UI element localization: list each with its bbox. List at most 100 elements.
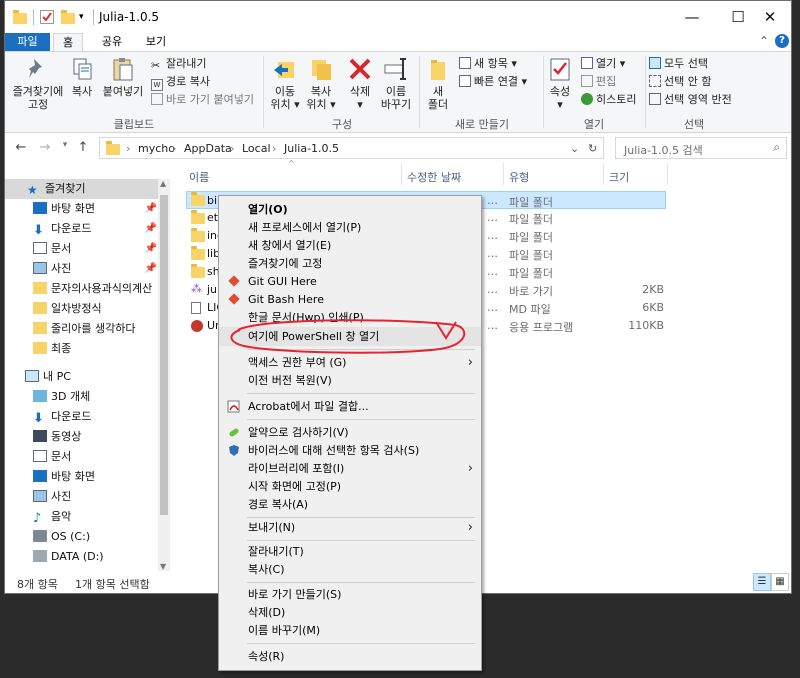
menu-virus-scan[interactable]: 바이러스에 대해 선택한 항목 검사(S) [219,441,481,460]
menu-copy[interactable]: 복사(C) [219,560,481,579]
delete-button[interactable]: 삭제 ▾ [343,56,377,111]
new-item-button[interactable]: 새 항목 ▾ [459,56,517,72]
recent-chevron-icon[interactable]: ▾ [57,140,73,150]
nav-item-documents-pc[interactable]: 문서 [33,447,71,467]
menu-properties[interactable]: 속성(R) [219,647,481,666]
open-button[interactable]: 열기 ▾ [581,56,625,72]
nav-item-documents[interactable]: 문서 📌 [33,239,157,259]
back-arrow-icon[interactable]: ← [13,140,29,155]
cut-button[interactable]: ✂ 잘라내기 [151,56,206,72]
tab-view[interactable]: 보기 [141,33,171,51]
select-all-button[interactable]: 모두 선택 [649,56,708,72]
menu-create-shortcut[interactable]: 바로 가기 만들기(S) [219,585,481,604]
nav-item-drive-d[interactable]: DATA (D:) [33,547,104,567]
nav-item-3d-objects[interactable]: 3D 개체 [33,387,90,407]
nav-item-downloads-pc[interactable]: ⬇ 다운로드 [33,407,91,427]
collapse-ribbon-icon[interactable]: ⌃ [757,34,771,48]
menu-git-bash[interactable]: Git Bash Here [219,290,481,309]
menu-copy-path[interactable]: 경로 복사(A) [219,495,481,514]
search-input[interactable]: Julia-1.0.5 검색 ⌕ [615,137,787,159]
properties-qa-icon[interactable] [40,10,54,24]
menu-alyac-scan[interactable]: 알약으로 검사하기(V) [219,423,481,442]
scroll-down-icon[interactable]: ▼ [160,562,166,571]
nav-item-folder[interactable]: 문자의사용과식의계산 [33,279,152,299]
large-icons-view-button[interactable]: ▦ [771,573,789,591]
easy-access-button[interactable]: 빠른 연결 ▾ [459,74,527,90]
minimize-button[interactable]: — [669,1,715,33]
nav-item-drive-c[interactable]: OS (C:) [33,527,90,547]
col-size[interactable]: 크기 [609,169,629,185]
col-date[interactable]: 수정한 날짜 [407,169,461,185]
nav-quick-access[interactable]: ★ 즐겨찾기 [5,179,158,199]
crumb-2[interactable]: Local [242,142,271,155]
history-button[interactable]: 히스토리 [581,92,636,108]
close-button[interactable]: ✕ [747,1,791,33]
menu-pin-start[interactable]: 시작 화면에 고정(P) [219,477,481,496]
menu-give-access[interactable]: 액세스 권한 부여 (G) › [219,353,481,372]
menu-git-gui[interactable]: Git GUI Here [219,272,481,291]
menu-open-new-window[interactable]: 새 창에서 열기(E) [219,236,481,255]
menu-hwp-print[interactable]: 한글 문서(Hwp) 인쇄(P) [219,308,481,327]
nav-item-pictures-pc[interactable]: 사진 [33,487,71,507]
copy-to-button[interactable]: 복사 위치 ▾ [303,56,339,111]
tab-home[interactable]: 홈 [53,33,83,52]
address-bar[interactable]: › mycho › AppData › Local › Julia-1.0.5 … [99,137,604,159]
select-none-button[interactable]: 선택 안 함 [649,74,711,90]
menu-acrobat-combine[interactable]: Acrobat에서 파일 결합... [219,397,481,416]
nav-item-desktop-pc[interactable]: 바탕 화면 [33,467,95,487]
nav-item-pictures[interactable]: 사진 📌 [33,259,157,279]
menu-open-powershell[interactable]: 여기에 PowerShell 창 열기 [219,327,481,346]
menu-include-library[interactable]: 라이브러리에 포함(I) › [219,459,481,478]
help-icon[interactable]: ? [775,34,789,48]
up-arrow-icon[interactable]: ↑ [75,140,91,155]
menu-restore-versions[interactable]: 이전 버전 복원(V) [219,371,481,390]
nav-item-folder[interactable]: 줄리아를 생각하다 [33,319,135,339]
refresh-icon[interactable]: ↻ [588,142,597,155]
menu-alyac-scan-label: 알약으로 검사하기(V) [248,426,349,439]
nav-item-label: DATA (D:) [51,550,104,563]
address-dropdown-icon[interactable]: ⌄ [570,142,579,155]
edit-button[interactable]: 편집 [581,74,616,90]
rename-button[interactable]: 이름 바꾸기 [377,56,415,111]
menu-rename[interactable]: 이름 바꾸기(M) [219,621,481,640]
nav-item-desktop[interactable]: 바탕 화면 📌 [33,199,157,219]
scroll-up-icon[interactable]: ▲ [160,179,166,188]
paste-shortcut-button[interactable]: 바로 가기 붙여넣기 [151,92,254,108]
new-folder-qa-icon[interactable] [61,10,75,24]
menu-open-new-process[interactable]: 새 프로세스에서 열기(P) [219,218,481,237]
tab-share[interactable]: 공유 [97,33,127,51]
crumb-1[interactable]: AppData [184,142,232,155]
menu-send-to[interactable]: 보내기(N) › [219,518,481,537]
nav-item-folder[interactable]: 최종 [33,339,71,359]
copy-path-button[interactable]: W 경로 복사 [151,74,210,91]
menu-cut[interactable]: 잘라내기(T) [219,542,481,561]
nav-item-downloads[interactable]: ⬇ 다운로드 📌 [33,219,157,239]
tab-file[interactable]: 파일 [5,33,50,51]
menu-open[interactable]: 열기(O) [219,200,481,219]
nav-scrollbar[interactable]: ▲ ▼ [158,179,170,571]
move-to-button[interactable]: 이동 위치 ▾ [267,56,303,111]
paste-button[interactable]: 붙여넣기 [101,56,145,98]
col-type[interactable]: 유형 [509,169,529,185]
properties-button[interactable]: 속성 ▾ [545,56,575,111]
crumb-0[interactable]: mycho [138,142,175,155]
customize-qa-icon[interactable]: ▾ [79,10,93,24]
nav-item-videos[interactable]: 동영상 [33,427,81,447]
file-type: 파일 폴더 [509,267,553,280]
menu-pin-quick-access[interactable]: 즐겨찾기에 고정 [219,254,481,273]
col-name[interactable]: 이름 [189,169,209,185]
details-view-button[interactable]: ☰ [753,573,771,591]
nav-item-folder[interactable]: 일차방정식 [33,299,102,319]
invert-selection-button[interactable]: 선택 영역 반전 [649,92,732,108]
menu-delete[interactable]: 삭제(D) [219,603,481,622]
crumb-3[interactable]: Julia-1.0.5 [284,142,339,155]
nav-item-music[interactable]: ♪ 음악 [33,507,71,527]
pin-quick-access-button[interactable]: 즐겨찾기에 고정 [9,56,67,111]
new-folder-button[interactable]: 새 폴더 [423,56,453,111]
menu-send-to-label: 보내기(N) [248,521,296,534]
nav-scroll-thumb[interactable] [160,195,168,515]
crumb-sep-icon: › [126,142,131,155]
nav-this-pc[interactable]: 내 PC [25,367,71,387]
copy-button[interactable]: 복사 [67,56,97,98]
forward-arrow-icon[interactable]: → [37,140,53,155]
